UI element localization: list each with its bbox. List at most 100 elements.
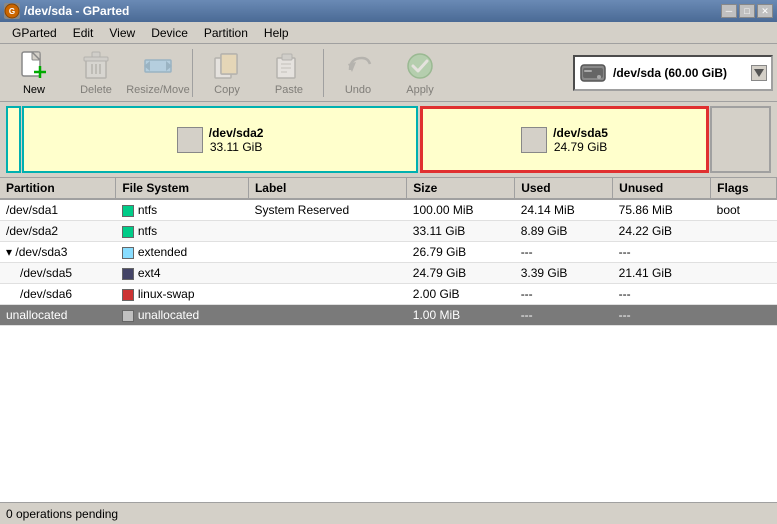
titlebar-buttons[interactable]: ─ □ ✕ [721, 4, 773, 18]
menubar: GParted Edit View Device Partition Help [0, 22, 777, 44]
cell-size: 26.79 GiB [407, 242, 515, 263]
disk-unalloc-vis[interactable] [710, 106, 771, 173]
cell-used: 3.39 GiB [515, 263, 613, 284]
toolbar: New Delete Resize/Move [0, 44, 777, 102]
delete-button[interactable]: Delete [66, 47, 126, 99]
device-selector[interactable]: /dev/sda (60.00 GiB) [573, 55, 773, 91]
col-filesystem: File System [116, 178, 249, 199]
apply-label: Apply [406, 84, 434, 96]
titlebar: G /dev/sda - GParted ─ □ ✕ [0, 0, 777, 22]
statusbar: 0 operations pending [0, 502, 777, 524]
col-unused: Unused [613, 178, 711, 199]
menu-view[interactable]: View [101, 24, 143, 42]
col-partition: Partition [0, 178, 116, 199]
titlebar-left: G /dev/sda - GParted [4, 3, 129, 19]
cell-flags [711, 263, 777, 284]
cell-partition: unallocated [0, 305, 116, 326]
cell-label: System Reserved [248, 199, 406, 221]
cell-unused: 21.41 GiB [613, 263, 711, 284]
close-button[interactable]: ✕ [757, 4, 773, 18]
cell-fs: ntfs [116, 221, 249, 242]
menu-device[interactable]: Device [143, 24, 196, 42]
cell-partition: /dev/sda5 [0, 263, 116, 284]
copy-icon [211, 50, 243, 82]
table-row[interactable]: ▾ /dev/sda3 extended 26.79 GiB --- --- [0, 242, 777, 263]
cell-partition: /dev/sda6 [0, 284, 116, 305]
cell-label [248, 263, 406, 284]
menu-help[interactable]: Help [256, 24, 297, 42]
cell-size: 100.00 MiB [407, 199, 515, 221]
new-icon [18, 50, 50, 82]
toolbar-sep-2 [323, 49, 324, 97]
cell-flags [711, 284, 777, 305]
delete-label: Delete [80, 84, 112, 96]
table-row[interactable]: /dev/sda1 ntfs System Reserved 100.00 Mi… [0, 199, 777, 221]
apply-button[interactable]: Apply [390, 47, 450, 99]
window-title: /dev/sda - GParted [24, 4, 129, 18]
harddisk-icon [579, 59, 607, 87]
cell-size: 1.00 MiB [407, 305, 515, 326]
disk-sda1-vis[interactable] [6, 106, 21, 173]
undo-button[interactable]: Undo [328, 47, 388, 99]
cell-unused: --- [613, 305, 711, 326]
cell-fs: ext4 [116, 263, 249, 284]
table-row[interactable]: /dev/sda6 linux-swap 2.00 GiB --- --- [0, 284, 777, 305]
col-size: Size [407, 178, 515, 199]
paste-label: Paste [275, 84, 303, 96]
toolbar-sep-1 [192, 49, 193, 97]
menu-gparted[interactable]: GParted [4, 24, 65, 42]
cell-flags: boot [711, 199, 777, 221]
delete-icon [80, 50, 112, 82]
disk-sda5-size: 24.79 GiB [553, 140, 608, 154]
cell-size: 2.00 GiB [407, 284, 515, 305]
cell-used: --- [515, 242, 613, 263]
resize-icon [142, 50, 174, 82]
cell-label [248, 242, 406, 263]
paste-icon [273, 50, 305, 82]
disk-sda5-name: /dev/sda5 [553, 126, 608, 140]
resize-move-button[interactable]: Resize/Move [128, 47, 188, 99]
cell-unused: 75.86 MiB [613, 199, 711, 221]
menu-partition[interactable]: Partition [196, 24, 256, 42]
disk-sda2-name: /dev/sda2 [209, 126, 264, 140]
cell-flags [711, 221, 777, 242]
partition-table: Partition File System Label Size Used Un… [0, 178, 777, 502]
apply-icon [404, 50, 436, 82]
disk-sda2-vis[interactable]: /dev/sda2 33.11 GiB [22, 106, 418, 173]
cell-partition: /dev/sda1 [0, 199, 116, 221]
gparted-icon: G [4, 3, 20, 19]
new-label: New [23, 84, 45, 96]
cell-label [248, 284, 406, 305]
maximize-button[interactable]: □ [739, 4, 755, 18]
undo-label: Undo [345, 84, 371, 96]
cell-used: 24.14 MiB [515, 199, 613, 221]
table-row[interactable]: /dev/sda2 ntfs 33.11 GiB 8.89 GiB 24.22 … [0, 221, 777, 242]
col-used: Used [515, 178, 613, 199]
cell-fs: extended [116, 242, 249, 263]
cell-used: --- [515, 284, 613, 305]
device-label: /dev/sda (60.00 GiB) [613, 66, 727, 80]
new-button[interactable]: New [4, 47, 64, 99]
menu-edit[interactable]: Edit [65, 24, 102, 42]
minimize-button[interactable]: ─ [721, 4, 737, 18]
copy-button[interactable]: Copy [197, 47, 257, 99]
cell-label [248, 305, 406, 326]
device-dropdown-button[interactable] [751, 65, 767, 81]
cell-unused: --- [613, 284, 711, 305]
cell-flags [711, 305, 777, 326]
cell-unused: 24.22 GiB [613, 221, 711, 242]
cell-used: 8.89 GiB [515, 221, 613, 242]
copy-label: Copy [214, 84, 240, 96]
undo-icon [342, 50, 374, 82]
cell-partition: /dev/sda2 [0, 221, 116, 242]
table-row[interactable]: unallocated unallocated 1.00 MiB --- --- [0, 305, 777, 326]
disk-sda2-size: 33.11 GiB [209, 140, 264, 154]
resize-label: Resize/Move [126, 84, 190, 96]
disk-sda5-vis[interactable]: /dev/sda5 24.79 GiB [420, 106, 709, 173]
paste-button[interactable]: Paste [259, 47, 319, 99]
cell-size: 33.11 GiB [407, 221, 515, 242]
cell-unused: --- [613, 242, 711, 263]
cell-fs: unallocated [116, 305, 249, 326]
table-row[interactable]: /dev/sda5 ext4 24.79 GiB 3.39 GiB 21.41 … [0, 263, 777, 284]
col-label: Label [248, 178, 406, 199]
